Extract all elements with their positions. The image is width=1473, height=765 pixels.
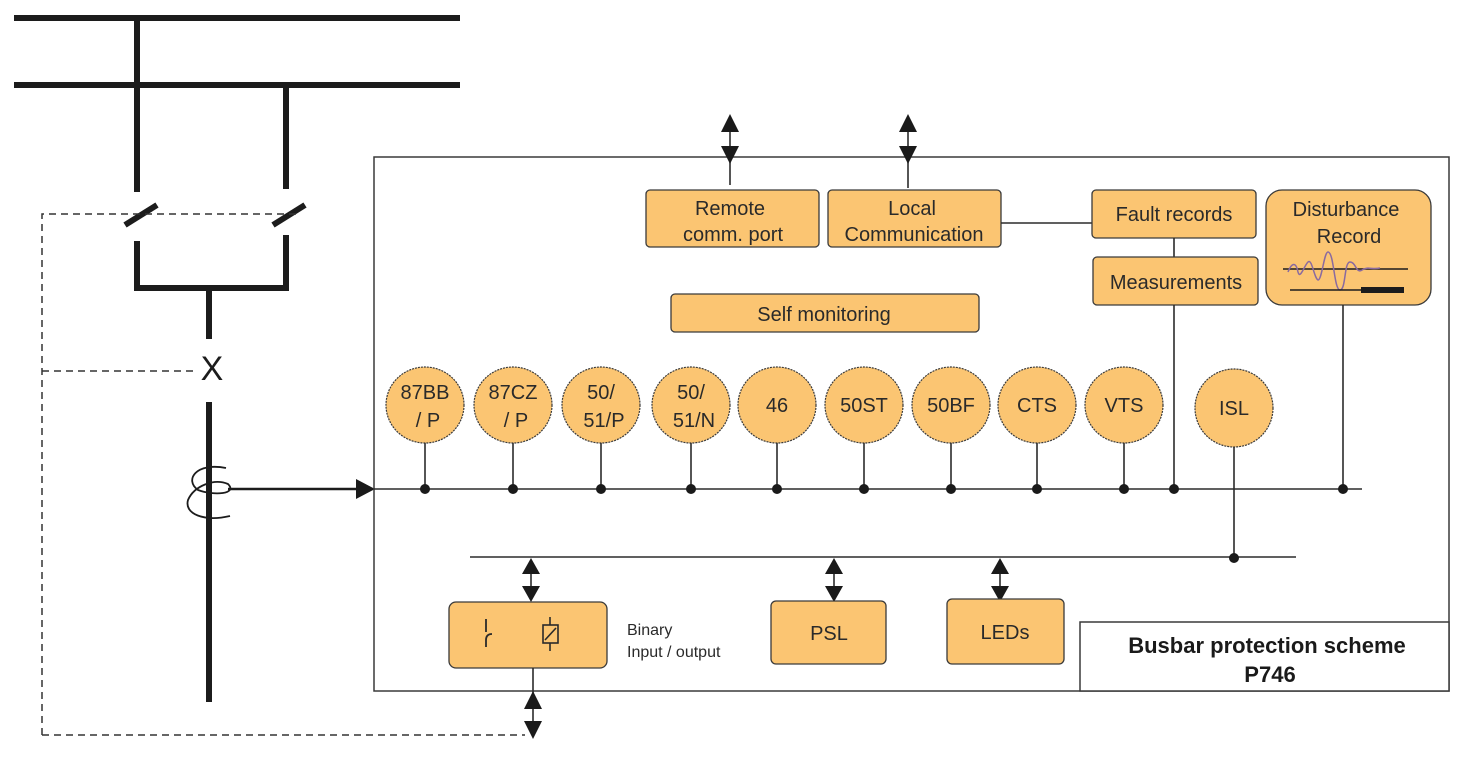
remote-comm-label-2: comm. port [683, 224, 783, 246]
disturbance-label-1: Disturbance [1293, 199, 1400, 221]
bus-node [420, 484, 430, 494]
bus-node [508, 484, 518, 494]
protection-function: 50ST [824, 366, 904, 494]
protection-function: 50/51/N [651, 366, 731, 494]
function-subcode: / P [416, 410, 440, 432]
model-number: P746 [1244, 662, 1295, 687]
measurements-block: Measurements [1092, 256, 1259, 306]
binary-io-block [448, 601, 608, 669]
disturbance-record-block: Disturbance Record [1265, 189, 1432, 306]
bus-node [1119, 484, 1129, 494]
isolator-join [134, 235, 289, 291]
protection-function: 87CZ / P [473, 366, 553, 494]
bus-node [1338, 484, 1348, 494]
disturbance-label-2: Record [1317, 226, 1381, 248]
self-monitoring-block: Self monitoring [670, 293, 980, 333]
psl-arrow-icon [825, 558, 843, 602]
function-code: VTS [1105, 395, 1144, 417]
bus-node [1032, 484, 1042, 494]
function-code: 87CZ [489, 382, 538, 404]
remote-comm-port-block: Remote comm. port [645, 189, 820, 248]
function-subcode: 51/N [673, 410, 715, 432]
busbar-protection-diagram: X Remote comm. port Local Communication [14, 15, 1450, 739]
protection-function: 46 [737, 366, 817, 494]
isolator-control-dashed [41, 213, 300, 735]
psl-label: PSL [810, 623, 848, 645]
binary-io-arrow-bottom-icon [524, 668, 542, 739]
protection-function: 50BF [911, 366, 991, 494]
title-block: Busbar protection scheme P746 [1079, 621, 1450, 692]
fault-records-block: Fault records [1091, 189, 1257, 239]
binary-io-arrow-top-icon [522, 558, 540, 602]
leds-label: LEDs [981, 622, 1030, 644]
fault-records-label: Fault records [1116, 204, 1233, 226]
leds-arrow-icon [991, 558, 1009, 602]
isl-label: ISL [1219, 398, 1249, 420]
local-comm-label-2: Communication [845, 224, 984, 246]
remote-comm-label-1: Remote [695, 198, 765, 220]
self-monitoring-label: Self monitoring [757, 304, 890, 326]
function-code: 46 [766, 395, 788, 417]
isl-function: ISL [1194, 368, 1274, 558]
function-subcode: / P [504, 410, 528, 432]
protection-function: CTS [997, 366, 1077, 494]
trigger-marker-icon [1361, 287, 1404, 293]
isolator-1-blade [123, 202, 159, 228]
local-comm-label-1: Local [888, 198, 936, 220]
function-code: CTS [1017, 395, 1057, 417]
bus-node [1169, 484, 1179, 494]
function-subcode: 51/P [583, 410, 624, 432]
function-code: 50ST [840, 395, 888, 417]
protection-functions: 87BB/ P87CZ/ P50/51/P50/51/N46 50ST 50BF CT… [385, 366, 1164, 494]
bus-node [686, 484, 696, 494]
binary-io-label-2: Input / output [627, 644, 721, 661]
measurements-label: Measurements [1110, 272, 1242, 294]
function-code: 87BB [401, 382, 450, 404]
bus-node [1229, 553, 1239, 563]
remote-comm-arrow-icon [721, 114, 739, 185]
bus-node [859, 484, 869, 494]
binary-io-label-1: Binary [627, 622, 672, 639]
local-comm-arrow-icon [899, 114, 917, 188]
bus-node [596, 484, 606, 494]
bus-node [772, 484, 782, 494]
ct-input-arrow-icon [356, 479, 375, 499]
protection-function: VTS [1084, 366, 1164, 494]
leds-block: LEDs [946, 598, 1065, 665]
protection-function: 87BB / P [385, 366, 465, 494]
scheme-title: Busbar protection scheme [1128, 633, 1406, 658]
function-code: 50/ [677, 382, 705, 404]
function-code: 50BF [927, 395, 975, 417]
protection-function: 50/51/P [561, 366, 641, 494]
local-communication-block: Local Communication [827, 189, 1002, 248]
psl-block: PSL [770, 600, 887, 665]
circuit-breaker-symbol: X [201, 350, 224, 388]
bus-node [946, 484, 956, 494]
isolator-2-blade [271, 202, 307, 228]
function-code: 50/ [587, 382, 615, 404]
